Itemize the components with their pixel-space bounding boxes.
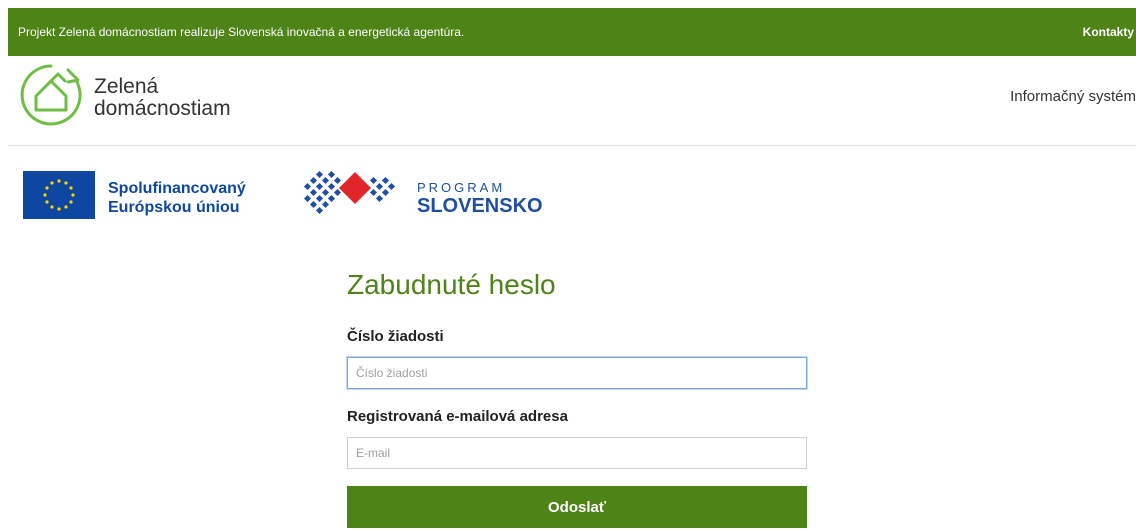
top-info-bar: Projekt Zelená domácnostiam realizuje Sl… xyxy=(8,8,1136,56)
application-number-label: Číslo žiadosti xyxy=(347,328,444,345)
application-number-input[interactable] xyxy=(347,357,807,389)
program-slovensko-text: PROGRAM SLOVENSKO xyxy=(417,178,543,216)
green-house-circle-arrow-icon xyxy=(18,62,84,133)
eu-cofunded-text: Spolufinancovaný Európskou úniou xyxy=(108,179,246,217)
site-header: Zelená domácnostiam Informačný systém xyxy=(8,56,1136,146)
logo-line-1: Zelená xyxy=(94,74,159,98)
email-label: Registrovaná e-mailová adresa xyxy=(347,408,568,425)
site-logo[interactable]: Zelená domácnostiam xyxy=(18,62,231,133)
page: Projekt Zelená domácnostiam realizuje Sl… xyxy=(0,0,1136,530)
logo-line-2: domácnostiam xyxy=(94,96,231,120)
program-slovensko-logo-icon xyxy=(299,166,409,227)
logo-wordmark: Zelená domácnostiam xyxy=(94,74,231,120)
sponsor-logos: Spolufinancovaný Európskou úniou PROGRAM… xyxy=(8,146,1136,236)
nav-informacny-system[interactable]: Informačný systém xyxy=(1010,88,1136,105)
eu-cofunded-logo: Spolufinancovaný Európskou úniou xyxy=(23,171,246,224)
eu-text-line-1: Spolufinancovaný xyxy=(108,179,246,197)
program-slovensko-logo: PROGRAM SLOVENSKO xyxy=(299,166,543,227)
top-info-text: Projekt Zelená domácnostiam realizuje Sl… xyxy=(18,25,465,39)
eu-text-line-2: Európskou úniou xyxy=(108,198,240,216)
submit-button[interactable]: Odoslať xyxy=(347,486,807,528)
forgot-password-form: Zabudnuté heslo Číslo žiadosti Registrov… xyxy=(347,266,807,528)
eu-flag-icon xyxy=(23,171,95,224)
email-input[interactable] xyxy=(347,437,807,469)
contacts-link[interactable]: Kontakty xyxy=(1083,25,1134,39)
program-name: SLOVENSKO xyxy=(417,194,543,217)
program-label: PROGRAM xyxy=(417,179,506,195)
page-title: Zabudnuté heslo xyxy=(347,269,556,300)
